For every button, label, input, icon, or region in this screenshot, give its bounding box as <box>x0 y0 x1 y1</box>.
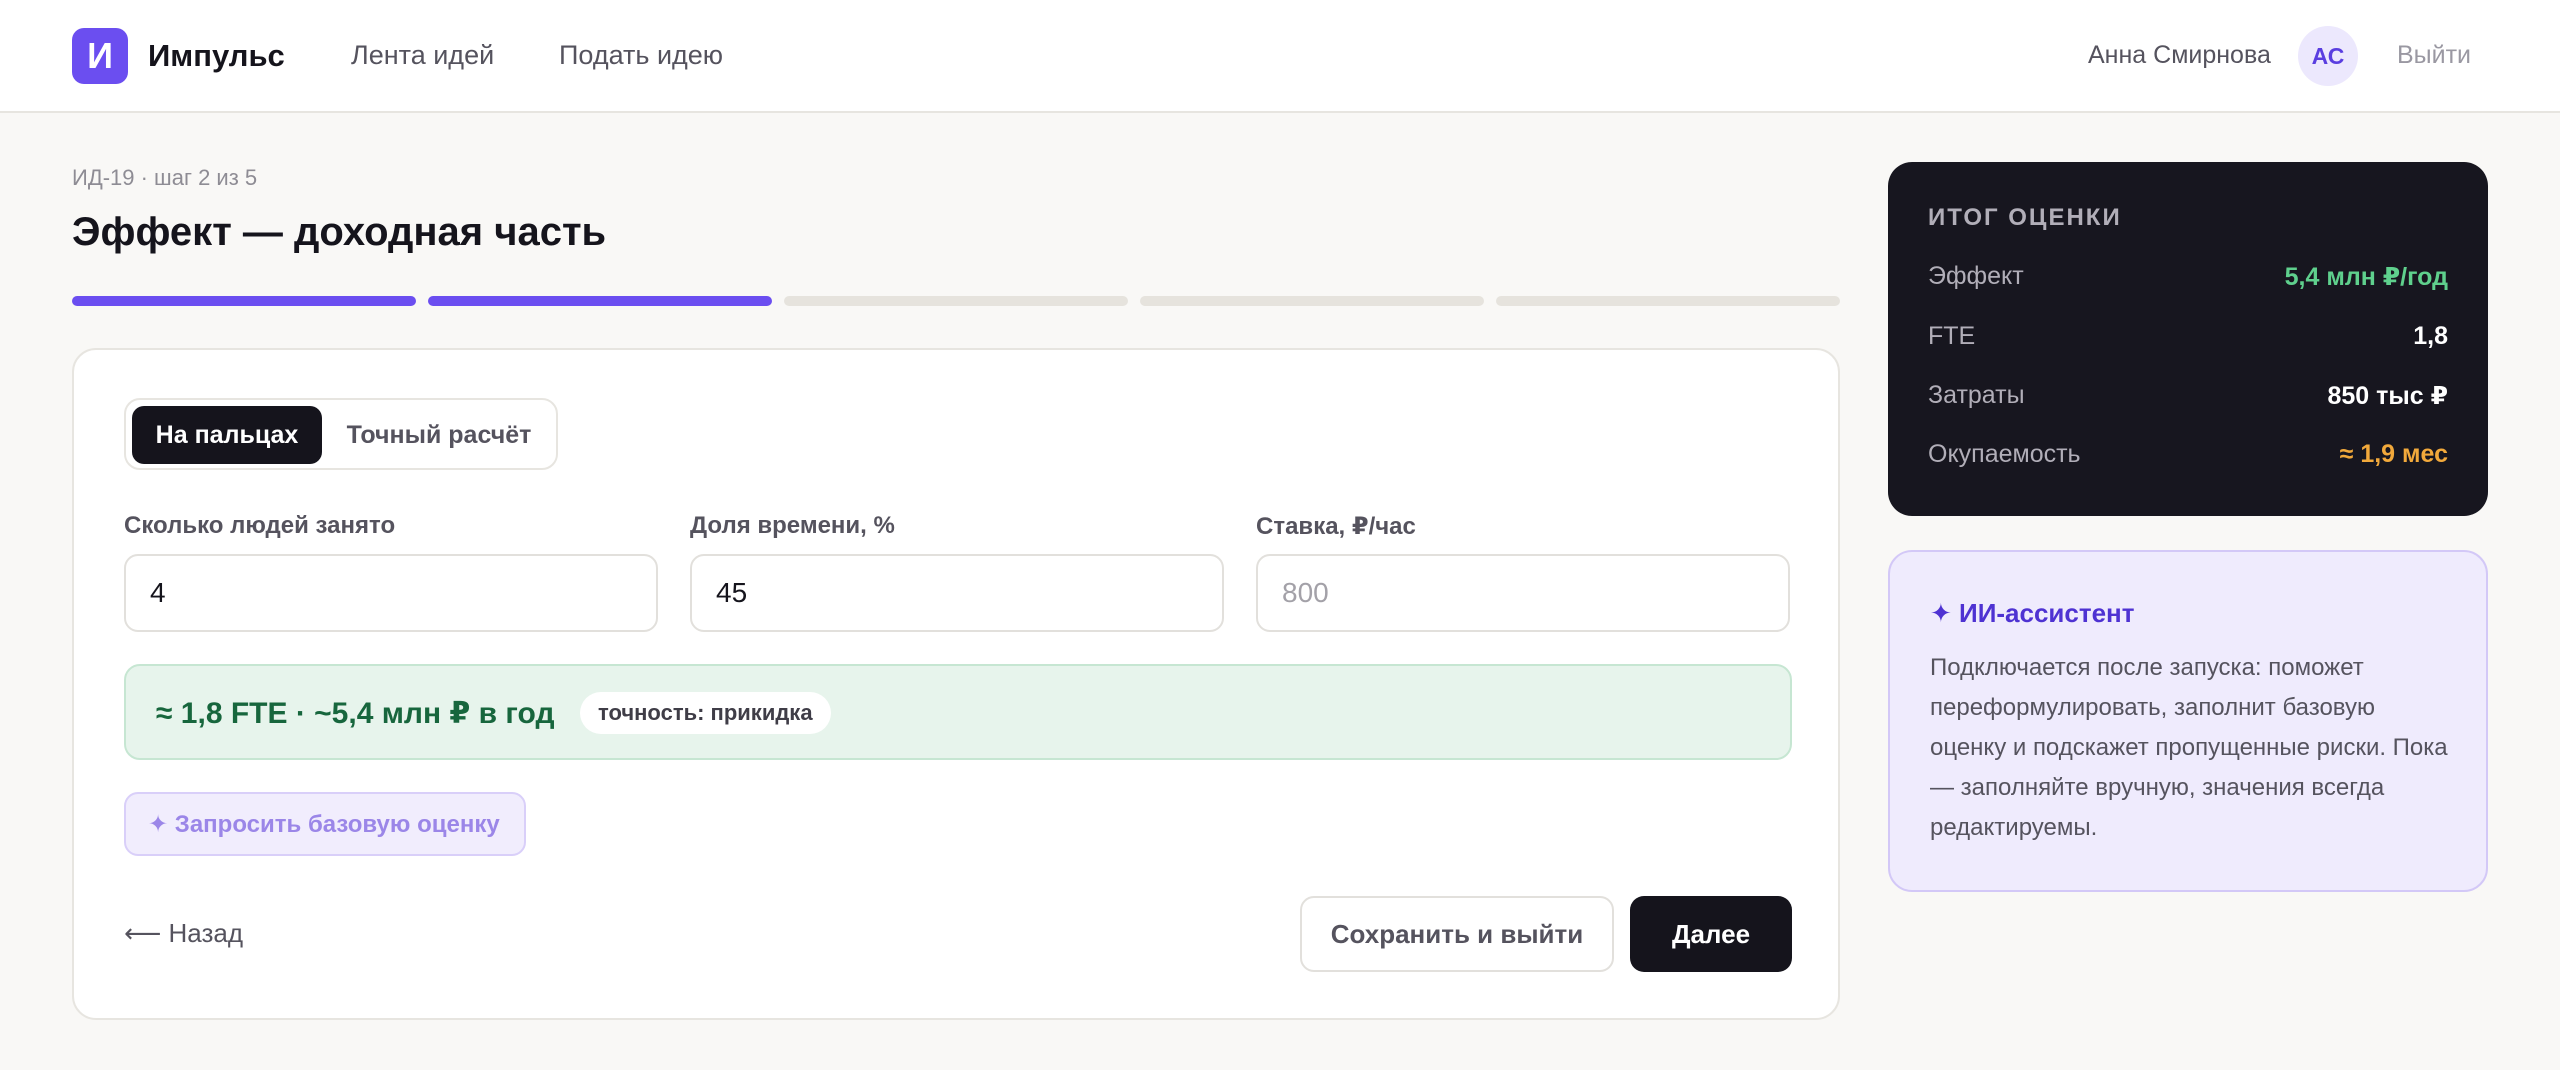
nav-ideas-feed[interactable]: Лента идей <box>351 40 494 71</box>
summary-row-fte: FTE 1,8 <box>1928 322 2448 362</box>
request-baseline-button[interactable]: ✦ Запросить базовую оценку <box>124 792 526 856</box>
time-share-label: Доля времени, % <box>690 512 895 539</box>
estimate-mode-toggle: На пальцах Точный расчёт <box>124 398 558 470</box>
summary-label: Затраты <box>1928 381 2025 409</box>
summary-value: 1,8 <box>2413 322 2448 350</box>
hourly-rate-label: Ставка, ₽/час <box>1256 513 1416 540</box>
top-bar: И Импульс Лента идей Подать идею Анна См… <box>0 0 2560 113</box>
logout-link[interactable]: Выйти <box>2397 41 2471 70</box>
estimate-result-text: ≈ 1,8 FTE · ~5,4 млн ₽ в год <box>156 697 555 730</box>
summary-label: Эффект <box>1928 262 2024 290</box>
people-count-label: Сколько людей занято <box>124 512 396 539</box>
ai-assistant-title: ✦ ИИ-ассистент <box>1930 598 2135 628</box>
logo-icon[interactable]: И <box>72 28 128 84</box>
progress-step-4 <box>1140 296 1484 306</box>
page-title: Эффект — доходная часть <box>72 210 607 254</box>
avatar[interactable]: АС <box>2298 26 2358 86</box>
nav-submit-idea[interactable]: Подать идею <box>559 40 723 71</box>
summary-value: 850 тыс ₽ <box>2327 382 2449 410</box>
effect-form-card: На пальцах Точный расчёт Сколько людей з… <box>72 348 1840 1020</box>
progress-step-2 <box>428 296 772 306</box>
summary-row-payback: Окупаемость ≈ 1,9 мес <box>1928 440 2448 480</box>
user-name: Анна Смирнова <box>2088 41 2271 69</box>
progress-step-1 <box>72 296 416 306</box>
people-count-input[interactable]: 4 <box>124 554 658 632</box>
progress-step-3 <box>784 296 1128 306</box>
ai-assistant-panel: ✦ ИИ-ассистент Подключается после запуск… <box>1888 550 2488 892</box>
summary-row-effect: Эффект 5,4 млн ₽/год <box>1928 262 2448 302</box>
mode-quick-button[interactable]: На пальцах <box>132 406 322 464</box>
step-meta: ИД-19 · шаг 2 из 5 <box>72 165 258 190</box>
estimate-result: ≈ 1,8 FTE · ~5,4 млн ₽ в год точность: п… <box>124 664 1792 760</box>
mode-exact-button[interactable]: Точный расчёт <box>326 406 552 464</box>
time-share-input[interactable]: 45 <box>690 554 1224 632</box>
summary-title: ИТОГ ОЦЕНКИ <box>1928 204 2122 231</box>
progress-step-5 <box>1496 296 1840 306</box>
save-exit-button[interactable]: Сохранить и выйти <box>1300 896 1614 972</box>
summary-row-costs: Затраты 850 тыс ₽ <box>1928 381 2448 421</box>
summary-label: Окупаемость <box>1928 440 2081 468</box>
next-button[interactable]: Далее <box>1630 896 1792 972</box>
summary-value: 5,4 млн ₽/год <box>2284 263 2448 291</box>
accuracy-badge: точность: прикидка <box>580 692 831 734</box>
hourly-rate-input[interactable]: 800 <box>1256 554 1790 632</box>
back-link[interactable]: ⟵ Назад <box>124 918 243 949</box>
summary-label: FTE <box>1928 322 1976 350</box>
evaluation-summary: ИТОГ ОЦЕНКИ Эффект 5,4 млн ₽/год FTE 1,8… <box>1888 162 2488 516</box>
brand-name[interactable]: Импульс <box>148 38 285 74</box>
ai-assistant-description: Подключается после запуска: поможет пере… <box>1930 654 2448 841</box>
summary-value: ≈ 1,9 мес <box>2339 440 2448 468</box>
